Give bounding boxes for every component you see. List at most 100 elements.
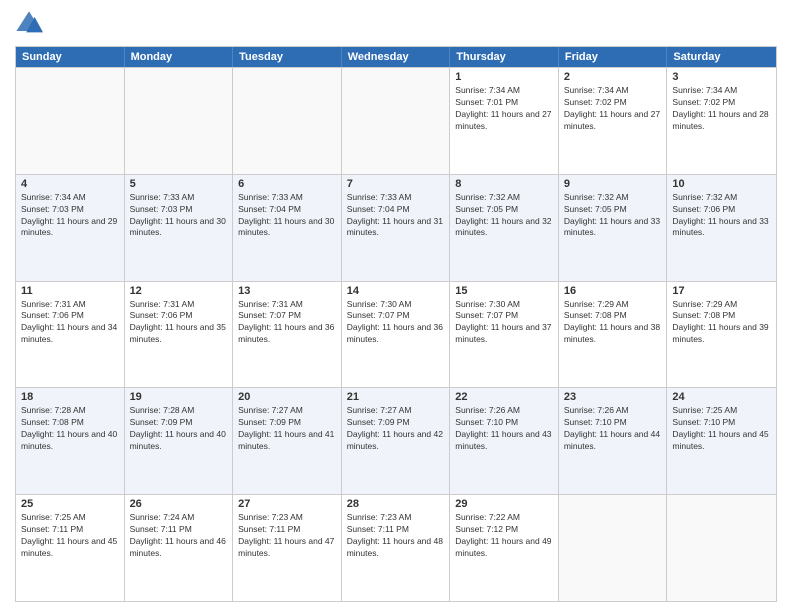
day-info: Sunrise: 7:34 AM Sunset: 7:01 PM Dayligh… [455,85,553,133]
day-info: Sunrise: 7:27 AM Sunset: 7:09 PM Dayligh… [347,405,445,453]
day-info: Sunrise: 7:28 AM Sunset: 7:09 PM Dayligh… [130,405,228,453]
logo [15,10,47,38]
header-cell-thursday: Thursday [450,47,559,67]
calendar-row-2: 4 Sunrise: 7:34 AM Sunset: 7:03 PM Daylig… [16,174,776,281]
day-info: Sunrise: 7:33 AM Sunset: 7:04 PM Dayligh… [238,192,336,240]
day-number: 12 [130,285,228,297]
calendar-row-5: 25 Sunrise: 7:25 AM Sunset: 7:11 PM Dayli… [16,494,776,601]
calendar-cell: 2 Sunrise: 7:34 AM Sunset: 7:02 PM Daylig… [559,68,668,174]
day-info: Sunrise: 7:23 AM Sunset: 7:11 PM Dayligh… [347,512,445,560]
calendar-cell: 17 Sunrise: 7:29 AM Sunset: 7:08 PM Dayli… [667,282,776,388]
calendar-cell: 3Sunrise: 7:34 AM Sunset: 7:02 PM Daylig… [667,68,776,174]
day-number: 24 [672,391,771,403]
day-number: 15 [455,285,553,297]
header-cell-monday: Monday [125,47,234,67]
day-info: Sunrise: 7:30 AM Sunset: 7:07 PM Dayligh… [455,299,553,347]
header-cell-sunday: Sunday [16,47,125,67]
day-info: Sunrise: 7:32 AM Sunset: 7:06 PM Dayligh… [672,192,771,240]
calendar-cell: 9 Sunrise: 7:32 AM Sunset: 7:05 PM Daylig… [559,175,668,281]
day-number: 13 [238,285,336,297]
day-info: Sunrise: 7:34 AM Sunset: 7:03 PM Dayligh… [21,192,119,240]
calendar-cell: 12 Sunrise: 7:31 AM Sunset: 7:06 PM Dayli… [125,282,234,388]
day-number: 2 [564,71,662,83]
day-number: 16 [564,285,662,297]
day-number: 8 [455,178,553,190]
calendar-cell: 21 Sunrise: 7:27 AM Sunset: 7:09 PM Dayli… [342,388,451,494]
day-number: 4 [21,178,119,190]
calendar-row-4: 18 Sunrise: 7:28 AM Sunset: 7:08 PM Dayli… [16,387,776,494]
day-info: Sunrise: 7:31 AM Sunset: 7:06 PM Dayligh… [130,299,228,347]
calendar-cell: 10Sunrise: 7:32 AM Sunset: 7:06 PM Dayli… [667,175,776,281]
day-info: Sunrise: 7:23 AM Sunset: 7:11 PM Dayligh… [238,512,336,560]
calendar-cell: 29 Sunrise: 7:22 AM Sunset: 7:12 PM Dayli… [450,495,559,601]
calendar-cell: 28 Sunrise: 7:23 AM Sunset: 7:11 PM Dayli… [342,495,451,601]
calendar-cell: 24 Sunrise: 7:25 AM Sunset: 7:10 PM Dayli… [667,388,776,494]
day-number: 14 [347,285,445,297]
header-cell-tuesday: Tuesday [233,47,342,67]
day-info: Sunrise: 7:25 AM Sunset: 7:11 PM Dayligh… [21,512,119,560]
page: SundayMondayTuesdayWednesdayThursdayFrid… [0,0,792,612]
day-number: 22 [455,391,553,403]
calendar-body: 1 Sunrise: 7:34 AM Sunset: 7:01 PM Daylig… [16,67,776,601]
calendar-row-3: 11 Sunrise: 7:31 AM Sunset: 7:06 PM Dayli… [16,281,776,388]
day-number: 9 [564,178,662,190]
day-number: 3 [672,71,771,83]
day-number: 18 [21,391,119,403]
day-info: Sunrise: 7:28 AM Sunset: 7:08 PM Dayligh… [21,405,119,453]
calendar-cell [667,495,776,601]
calendar-cell [125,68,234,174]
calendar-cell: 20 Sunrise: 7:27 AM Sunset: 7:09 PM Dayli… [233,388,342,494]
day-number: 1 [455,71,553,83]
day-info: Sunrise: 7:33 AM Sunset: 7:03 PM Dayligh… [130,192,228,240]
day-info: Sunrise: 7:22 AM Sunset: 7:12 PM Dayligh… [455,512,553,560]
calendar-cell: 6 Sunrise: 7:33 AM Sunset: 7:04 PM Daylig… [233,175,342,281]
day-info: Sunrise: 7:32 AM Sunset: 7:05 PM Dayligh… [455,192,553,240]
header [15,10,777,38]
calendar-cell: 8 Sunrise: 7:32 AM Sunset: 7:05 PM Daylig… [450,175,559,281]
calendar-cell: 5 Sunrise: 7:33 AM Sunset: 7:03 PM Daylig… [125,175,234,281]
day-number: 20 [238,391,336,403]
day-info: Sunrise: 7:27 AM Sunset: 7:09 PM Dayligh… [238,405,336,453]
day-info: Sunrise: 7:26 AM Sunset: 7:10 PM Dayligh… [564,405,662,453]
day-number: 27 [238,498,336,510]
day-number: 19 [130,391,228,403]
day-number: 7 [347,178,445,190]
day-info: Sunrise: 7:33 AM Sunset: 7:04 PM Dayligh… [347,192,445,240]
day-number: 5 [130,178,228,190]
calendar-cell: 1 Sunrise: 7:34 AM Sunset: 7:01 PM Daylig… [450,68,559,174]
day-info: Sunrise: 7:29 AM Sunset: 7:08 PM Dayligh… [564,299,662,347]
day-number: 6 [238,178,336,190]
day-info: Sunrise: 7:24 AM Sunset: 7:11 PM Dayligh… [130,512,228,560]
calendar-cell: 16 Sunrise: 7:29 AM Sunset: 7:08 PM Dayli… [559,282,668,388]
day-number: 28 [347,498,445,510]
calendar-row-1: 1 Sunrise: 7:34 AM Sunset: 7:01 PM Daylig… [16,67,776,174]
day-number: 11 [21,285,119,297]
day-info: Sunrise: 7:30 AM Sunset: 7:07 PM Dayligh… [347,299,445,347]
day-number: 29 [455,498,553,510]
calendar: SundayMondayTuesdayWednesdayThursdayFrid… [15,46,777,602]
day-info: Sunrise: 7:26 AM Sunset: 7:10 PM Dayligh… [455,405,553,453]
day-number: 26 [130,498,228,510]
day-info: Sunrise: 7:31 AM Sunset: 7:06 PM Dayligh… [21,299,119,347]
calendar-cell [559,495,668,601]
day-number: 21 [347,391,445,403]
calendar-cell: 18 Sunrise: 7:28 AM Sunset: 7:08 PM Dayli… [16,388,125,494]
day-info: Sunrise: 7:32 AM Sunset: 7:05 PM Dayligh… [564,192,662,240]
calendar-cell: 25 Sunrise: 7:25 AM Sunset: 7:11 PM Dayli… [16,495,125,601]
calendar-cell [233,68,342,174]
calendar-cell: 26 Sunrise: 7:24 AM Sunset: 7:11 PM Dayli… [125,495,234,601]
day-number: 23 [564,391,662,403]
day-info: Sunrise: 7:25 AM Sunset: 7:10 PM Dayligh… [672,405,771,453]
calendar-cell: 13Sunrise: 7:31 AM Sunset: 7:07 PM Dayli… [233,282,342,388]
day-number: 25 [21,498,119,510]
calendar-cell: 4 Sunrise: 7:34 AM Sunset: 7:03 PM Daylig… [16,175,125,281]
header-cell-friday: Friday [559,47,668,67]
calendar-cell: 11 Sunrise: 7:31 AM Sunset: 7:06 PM Dayli… [16,282,125,388]
calendar-cell [342,68,451,174]
calendar-cell [16,68,125,174]
logo-icon [15,10,43,38]
calendar-header: SundayMondayTuesdayWednesdayThursdayFrid… [16,47,776,67]
day-info: Sunrise: 7:29 AM Sunset: 7:08 PM Dayligh… [672,299,771,347]
day-info: Sunrise: 7:34 AM Sunset: 7:02 PM Dayligh… [564,85,662,133]
day-number: 17 [672,285,771,297]
